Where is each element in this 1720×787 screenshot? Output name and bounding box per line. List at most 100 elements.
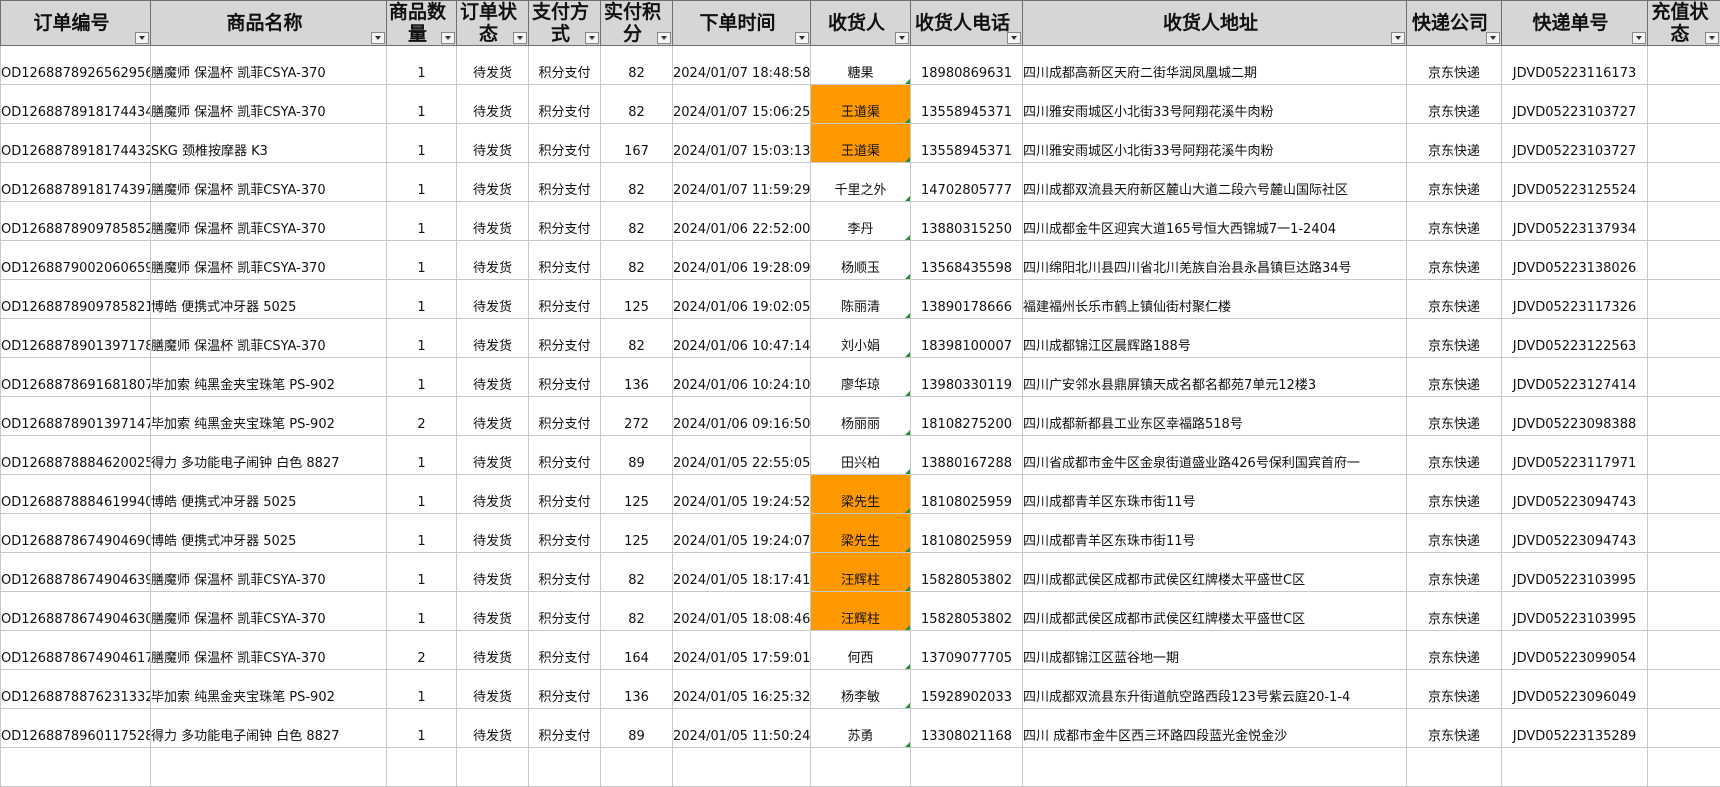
receiver-name-cell[interactable]: 汪辉柱 xyxy=(811,592,911,631)
quantity-cell[interactable]: 1 xyxy=(387,436,457,475)
recharge-status-cell[interactable] xyxy=(1648,241,1720,280)
order-id-cell[interactable]: OD1268878918174432 xyxy=(1,124,151,163)
order-status-cell[interactable]: 待发货 xyxy=(457,241,529,280)
payment-method-cell[interactable]: 积分支付 xyxy=(529,475,601,514)
courier-cell[interactable]: 京东快递 xyxy=(1407,631,1502,670)
tracking-number-cell[interactable]: JDVD05223116173 xyxy=(1502,46,1648,85)
payment-method-cell[interactable]: 积分支付 xyxy=(529,670,601,709)
empty-cell[interactable] xyxy=(811,748,911,787)
receiver-name-cell[interactable]: 杨丽丽 xyxy=(811,397,911,436)
receiver-name-cell[interactable]: 汪辉柱 xyxy=(811,553,911,592)
quantity-cell[interactable]: 1 xyxy=(387,319,457,358)
order-id-cell[interactable]: OD1268878674904630 xyxy=(1,592,151,631)
receiver-address-cell[interactable]: 四川 成都市金牛区西三环路四段蓝光金悦金沙 xyxy=(1023,709,1407,748)
order-id-cell[interactable]: OD1268878909785852 xyxy=(1,202,151,241)
order-id-cell[interactable]: OD1268878918174434 xyxy=(1,85,151,124)
recharge-status-cell[interactable] xyxy=(1648,319,1720,358)
receiver-name-cell[interactable]: 刘小娟 xyxy=(811,319,911,358)
recharge-status-cell[interactable] xyxy=(1648,202,1720,241)
quantity-cell[interactable]: 1 xyxy=(387,709,457,748)
receiver-name-cell[interactable]: 何西 xyxy=(811,631,911,670)
column-header-order-id[interactable]: 订单编号 xyxy=(1,1,151,46)
empty-cell[interactable] xyxy=(1502,748,1648,787)
product-name-cell[interactable]: 得力 多功能电子闹钟 白色 8827 xyxy=(151,709,387,748)
column-header-recharge-status[interactable]: 充值状态 xyxy=(1648,1,1720,46)
receiver-name-cell[interactable]: 王道渠 xyxy=(811,85,911,124)
receiver-address-cell[interactable]: 四川成都高新区天府二街华润凤凰城二期 xyxy=(1023,46,1407,85)
order-time-cell[interactable]: 2024/01/05 18:08:46 xyxy=(673,592,811,631)
payment-method-cell[interactable]: 积分支付 xyxy=(529,280,601,319)
filter-dropdown-icon[interactable] xyxy=(1632,32,1646,44)
courier-cell[interactable]: 京东快递 xyxy=(1407,319,1502,358)
recharge-status-cell[interactable] xyxy=(1648,280,1720,319)
receiver-name-cell[interactable]: 糖果 xyxy=(811,46,911,85)
order-id-cell[interactable]: OD1268878884620025 xyxy=(1,436,151,475)
courier-cell[interactable]: 京东快递 xyxy=(1407,670,1502,709)
points-cell[interactable]: 89 xyxy=(601,709,673,748)
recharge-status-cell[interactable] xyxy=(1648,670,1720,709)
recharge-status-cell[interactable] xyxy=(1648,709,1720,748)
tracking-number-cell[interactable]: JDVD05223103995 xyxy=(1502,553,1648,592)
receiver-phone-cell[interactable]: 18980869631 xyxy=(911,46,1023,85)
points-cell[interactable]: 82 xyxy=(601,592,673,631)
payment-method-cell[interactable]: 积分支付 xyxy=(529,709,601,748)
receiver-address-cell[interactable]: 四川成都金牛区迎宾大道165号恒大西锦城7一1-2404 xyxy=(1023,202,1407,241)
receiver-name-cell[interactable]: 王道渠 xyxy=(811,124,911,163)
receiver-name-cell[interactable]: 苏勇 xyxy=(811,709,911,748)
receiver-phone-cell[interactable]: 13980330119 xyxy=(911,358,1023,397)
column-header-receiver-address[interactable]: 收货人地址 xyxy=(1023,1,1407,46)
quantity-cell[interactable]: 2 xyxy=(387,631,457,670)
tracking-number-cell[interactable]: JDVD05223135289 xyxy=(1502,709,1648,748)
column-header-points-paid[interactable]: 实付积分 xyxy=(601,1,673,46)
receiver-address-cell[interactable]: 福建福州长乐市鹤上镇仙街村聚仁楼 xyxy=(1023,280,1407,319)
empty-cell[interactable] xyxy=(601,748,673,787)
courier-cell[interactable]: 京东快递 xyxy=(1407,358,1502,397)
product-name-cell[interactable]: 膳魔师 保温杯 凯菲CSYA-370 xyxy=(151,85,387,124)
tracking-number-cell[interactable]: JDVD05223122563 xyxy=(1502,319,1648,358)
product-name-cell[interactable]: 博皓 便携式冲牙器 5025 xyxy=(151,475,387,514)
courier-cell[interactable]: 京东快递 xyxy=(1407,280,1502,319)
points-cell[interactable]: 82 xyxy=(601,46,673,85)
recharge-status-cell[interactable] xyxy=(1648,358,1720,397)
receiver-address-cell[interactable]: 四川成都新都县工业东区幸福路518号 xyxy=(1023,397,1407,436)
empty-cell[interactable] xyxy=(1,748,151,787)
quantity-cell[interactable]: 2 xyxy=(387,397,457,436)
receiver-address-cell[interactable]: 四川成都武侯区成都市武侯区红牌楼太平盛世C区 xyxy=(1023,553,1407,592)
receiver-address-cell[interactable]: 四川成都锦江区晨辉路188号 xyxy=(1023,319,1407,358)
receiver-name-cell[interactable]: 廖华琼 xyxy=(811,358,911,397)
receiver-address-cell[interactable]: 四川成都青羊区东珠市街11号 xyxy=(1023,475,1407,514)
payment-method-cell[interactable]: 积分支付 xyxy=(529,319,601,358)
order-status-cell[interactable]: 待发货 xyxy=(457,280,529,319)
receiver-name-cell[interactable]: 梁先生 xyxy=(811,514,911,553)
order-status-cell[interactable]: 待发货 xyxy=(457,319,529,358)
receiver-phone-cell[interactable]: 18108025959 xyxy=(911,514,1023,553)
order-id-cell[interactable]: OD1268878691681807 xyxy=(1,358,151,397)
payment-method-cell[interactable]: 积分支付 xyxy=(529,592,601,631)
order-time-cell[interactable]: 2024/01/05 19:24:52 xyxy=(673,475,811,514)
order-time-cell[interactable]: 2024/01/06 10:47:14 xyxy=(673,319,811,358)
points-cell[interactable]: 82 xyxy=(601,319,673,358)
quantity-cell[interactable]: 1 xyxy=(387,280,457,319)
quantity-cell[interactable]: 1 xyxy=(387,475,457,514)
product-name-cell[interactable]: 膳魔师 保温杯 凯菲CSYA-370 xyxy=(151,46,387,85)
tracking-number-cell[interactable]: JDVD05223103727 xyxy=(1502,85,1648,124)
column-header-order-time[interactable]: 下单时间 xyxy=(673,1,811,46)
recharge-status-cell[interactable] xyxy=(1648,592,1720,631)
order-time-cell[interactable]: 2024/01/05 11:50:24 xyxy=(673,709,811,748)
column-header-receiver-phone[interactable]: 收货人电话 xyxy=(911,1,1023,46)
order-id-cell[interactable]: OD1268878926562956 xyxy=(1,46,151,85)
points-cell[interactable]: 125 xyxy=(601,475,673,514)
filter-dropdown-icon[interactable] xyxy=(135,32,149,44)
payment-method-cell[interactable]: 积分支付 xyxy=(529,163,601,202)
order-id-cell[interactable]: OD1268878884619940 xyxy=(1,475,151,514)
courier-cell[interactable]: 京东快递 xyxy=(1407,241,1502,280)
tracking-number-cell[interactable]: JDVD05223138026 xyxy=(1502,241,1648,280)
order-status-cell[interactable]: 待发货 xyxy=(457,163,529,202)
receiver-address-cell[interactable]: 四川省成都市金牛区金泉街道盛业路426号保利国宾首府一 xyxy=(1023,436,1407,475)
courier-cell[interactable]: 京东快递 xyxy=(1407,475,1502,514)
receiver-address-cell[interactable]: 四川成都双流县天府新区麓山大道二段六号麓山国际社区 xyxy=(1023,163,1407,202)
order-status-cell[interactable]: 待发货 xyxy=(457,46,529,85)
tracking-number-cell[interactable]: JDVD05223103995 xyxy=(1502,592,1648,631)
recharge-status-cell[interactable] xyxy=(1648,475,1720,514)
product-name-cell[interactable]: 膳魔师 保温杯 凯菲CSYA-370 xyxy=(151,592,387,631)
